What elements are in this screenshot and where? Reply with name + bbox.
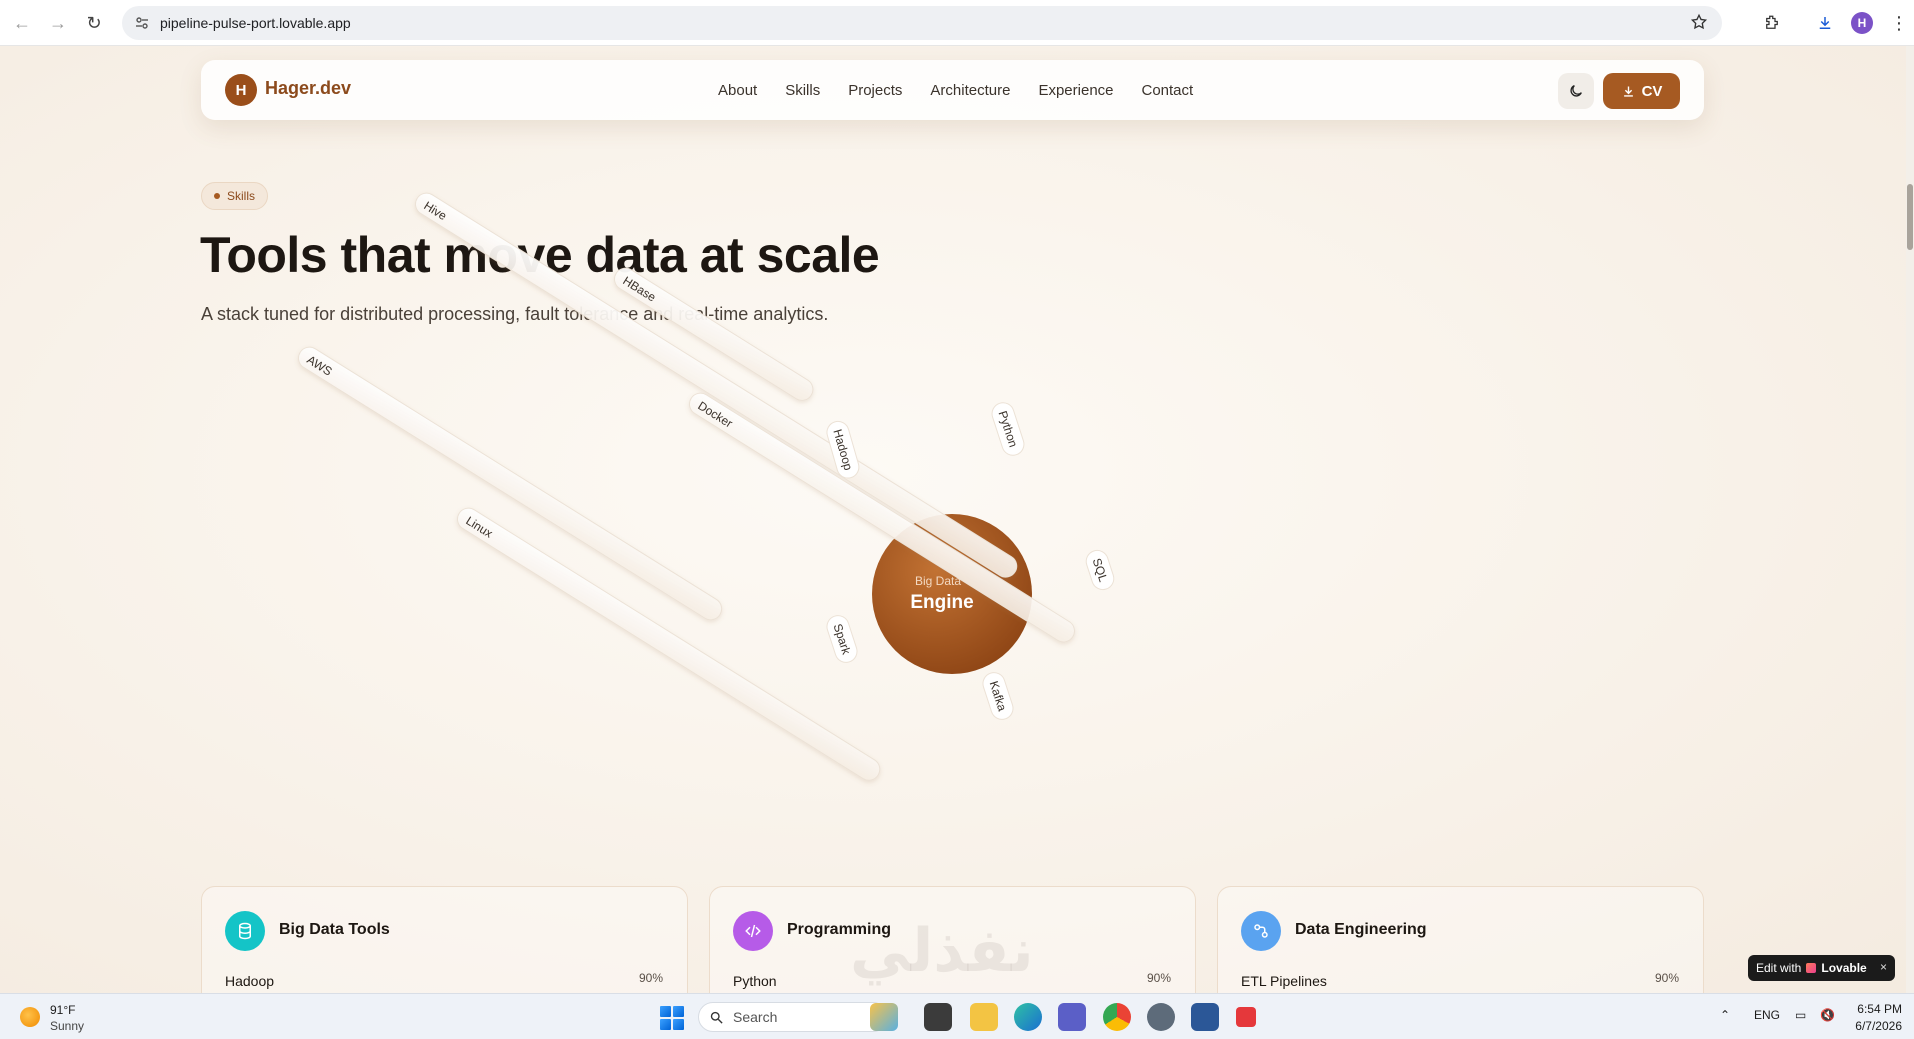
- watermark: نفذلي: [850, 916, 1034, 986]
- nav-link-about[interactable]: About: [718, 82, 757, 99]
- skill-tag-linux: Linux: [463, 514, 495, 541]
- moon-icon: [1570, 85, 1582, 97]
- skill-percent: 90%: [1654, 971, 1679, 985]
- tag-spark[interactable]: Spark: [824, 613, 860, 665]
- site-navbar: H Hager.dev About Skills Projects Archit…: [201, 60, 1704, 120]
- lovable-prefix: Edit with: [1756, 961, 1802, 975]
- pill-label: Skills: [227, 189, 256, 203]
- skill-name: ETL Pipelines: [1241, 973, 1327, 989]
- theme-toggle-button[interactable]: [1558, 73, 1594, 109]
- search-icon: [710, 1011, 723, 1024]
- nav-link-projects[interactable]: Projects: [848, 82, 902, 99]
- code-icon: [733, 911, 773, 951]
- database-icon: [225, 911, 265, 951]
- terminal-app-icon[interactable]: [924, 1003, 952, 1031]
- search-label: Search: [733, 1009, 778, 1025]
- download-icon: [1623, 86, 1633, 97]
- clock-date[interactable]: 6/7/2026: [1842, 1019, 1902, 1033]
- windows-taskbar: 91°F Sunny Search ⌃ ENG ▭ 🔇 6:54 PM 6/7/…: [0, 993, 1914, 1039]
- snipping-tool-icon[interactable]: [1236, 1007, 1256, 1027]
- weather-condition[interactable]: Sunny: [50, 1019, 84, 1033]
- skill-name: Hadoop: [225, 973, 275, 989]
- engine-label-small: Big Data: [915, 574, 961, 588]
- volume-muted-icon[interactable]: 🔇: [1820, 1008, 1835, 1022]
- trail-hbase[interactable]: HBase: [610, 264, 817, 405]
- tag-kafka[interactable]: Kafka: [980, 670, 1016, 722]
- logo-mark[interactable]: H: [225, 74, 257, 106]
- widgets-app-icon[interactable]: [870, 1003, 898, 1031]
- reload-icon[interactable]: ↻: [82, 11, 106, 35]
- profile-avatar[interactable]: H: [1851, 12, 1873, 34]
- clock-time[interactable]: 6:54 PM: [1852, 1002, 1902, 1016]
- edge-browser-icon[interactable]: [1014, 1003, 1042, 1031]
- cv-download-button[interactable]: CV: [1603, 73, 1680, 109]
- skill-tag-sql: SQL: [1090, 556, 1111, 583]
- skill-tag-hive: Hive: [421, 199, 449, 224]
- trail-docker[interactable]: Docker: [685, 389, 1078, 646]
- url-text[interactable]: pipeline-pulse-port.lovable.app: [160, 15, 351, 31]
- forward-icon[interactable]: →: [46, 11, 70, 35]
- skill-tag-spark: Spark: [830, 622, 853, 657]
- taskbar-search[interactable]: Search: [698, 1002, 888, 1032]
- tag-sql[interactable]: SQL: [1083, 548, 1116, 593]
- sun-icon[interactable]: [20, 1007, 40, 1027]
- menu-dots-icon[interactable]: ⋮: [1886, 10, 1912, 36]
- trail-linux[interactable]: Linux: [453, 504, 884, 784]
- language-indicator[interactable]: ENG: [1754, 1008, 1780, 1022]
- page-content: H Hager.dev About Skills Projects Archit…: [0, 46, 1914, 993]
- card-title: Big Data Tools: [279, 921, 390, 938]
- browser-toolbar: ← → ↻ pipeline-pulse-port.lovable.app H …: [0, 0, 1914, 46]
- workflow-icon: [1241, 911, 1281, 951]
- engine-core: Big Data Engine: [872, 514, 1032, 674]
- section-pill: Skills: [201, 182, 269, 210]
- engine-label-big: Engine: [910, 592, 973, 613]
- nav-link-skills[interactable]: Skills: [785, 82, 820, 99]
- chrome-app-icon[interactable]: [1103, 1003, 1131, 1031]
- skill-tag-python: Python: [996, 409, 1021, 449]
- site-info-icon[interactable]: [132, 13, 152, 33]
- address-bar[interactable]: pipeline-pulse-port.lovable.app: [122, 6, 1722, 40]
- downloads-icon[interactable]: [1812, 10, 1838, 36]
- skill-tag-hadoop: Hadoop: [830, 428, 855, 473]
- skills-orbit-visual: Big Data Engine Hive HBase AWS Docker Li…: [294, 192, 1116, 784]
- skill-percent: 90%: [1146, 971, 1171, 985]
- lovable-logo-icon: [1806, 963, 1817, 973]
- tag-hadoop[interactable]: Hadoop: [824, 419, 861, 481]
- tray-chevron-icon[interactable]: ⌃: [1720, 1008, 1730, 1022]
- tag-python[interactable]: Python: [989, 400, 1027, 458]
- word-app-icon[interactable]: [1191, 1003, 1219, 1031]
- scrollbar-thumb[interactable]: [1907, 184, 1913, 250]
- card-title: Data Engineering: [1295, 921, 1427, 938]
- trail-aws[interactable]: AWS: [294, 343, 725, 624]
- skill-tag-kafka: Kafka: [987, 679, 1010, 713]
- file-explorer-icon[interactable]: [970, 1003, 998, 1031]
- skill-tag-aws: AWS: [304, 353, 334, 379]
- network-icon[interactable]: ▭: [1795, 1008, 1806, 1022]
- hero-subtitle: A stack tuned for distributed processing…: [201, 304, 829, 324]
- skill-card-big-data[interactable]: Big Data Tools Hadoop 90%: [201, 886, 688, 993]
- nav-link-architecture[interactable]: Architecture: [930, 82, 1010, 99]
- close-icon[interactable]: ×: [1880, 960, 1887, 974]
- teams-app-icon[interactable]: [1058, 1003, 1086, 1031]
- page-scrollbar[interactable]: [1906, 46, 1914, 993]
- hero-title: Tools that move data at scale: [200, 227, 880, 283]
- edit-with-lovable-badge[interactable]: Edit with Lovable ×: [1748, 955, 1895, 981]
- weather-temp[interactable]: 91°F: [50, 1003, 75, 1017]
- cv-label: CV: [1641, 82, 1663, 100]
- lovable-brand: Lovable: [1821, 961, 1867, 975]
- settings-app-icon[interactable]: [1147, 1003, 1175, 1031]
- nav-links: About Skills Projects Architecture Exper…: [718, 60, 1193, 120]
- back-icon[interactable]: ←: [10, 11, 34, 35]
- logo-text[interactable]: Hager.dev: [265, 78, 351, 99]
- nav-link-contact[interactable]: Contact: [1142, 82, 1194, 99]
- skill-name: Python: [733, 973, 777, 989]
- skill-card-data-engineering[interactable]: Data Engineering ETL Pipelines 90%: [1217, 886, 1704, 993]
- skill-percent: 90%: [638, 971, 663, 985]
- bookmark-star-icon[interactable]: [1690, 13, 1708, 36]
- start-button[interactable]: [660, 1006, 684, 1030]
- skill-tag-docker: Docker: [695, 399, 735, 431]
- pill-dot: [214, 193, 220, 199]
- nav-link-experience[interactable]: Experience: [1038, 82, 1113, 99]
- extensions-icon[interactable]: [1759, 10, 1785, 36]
